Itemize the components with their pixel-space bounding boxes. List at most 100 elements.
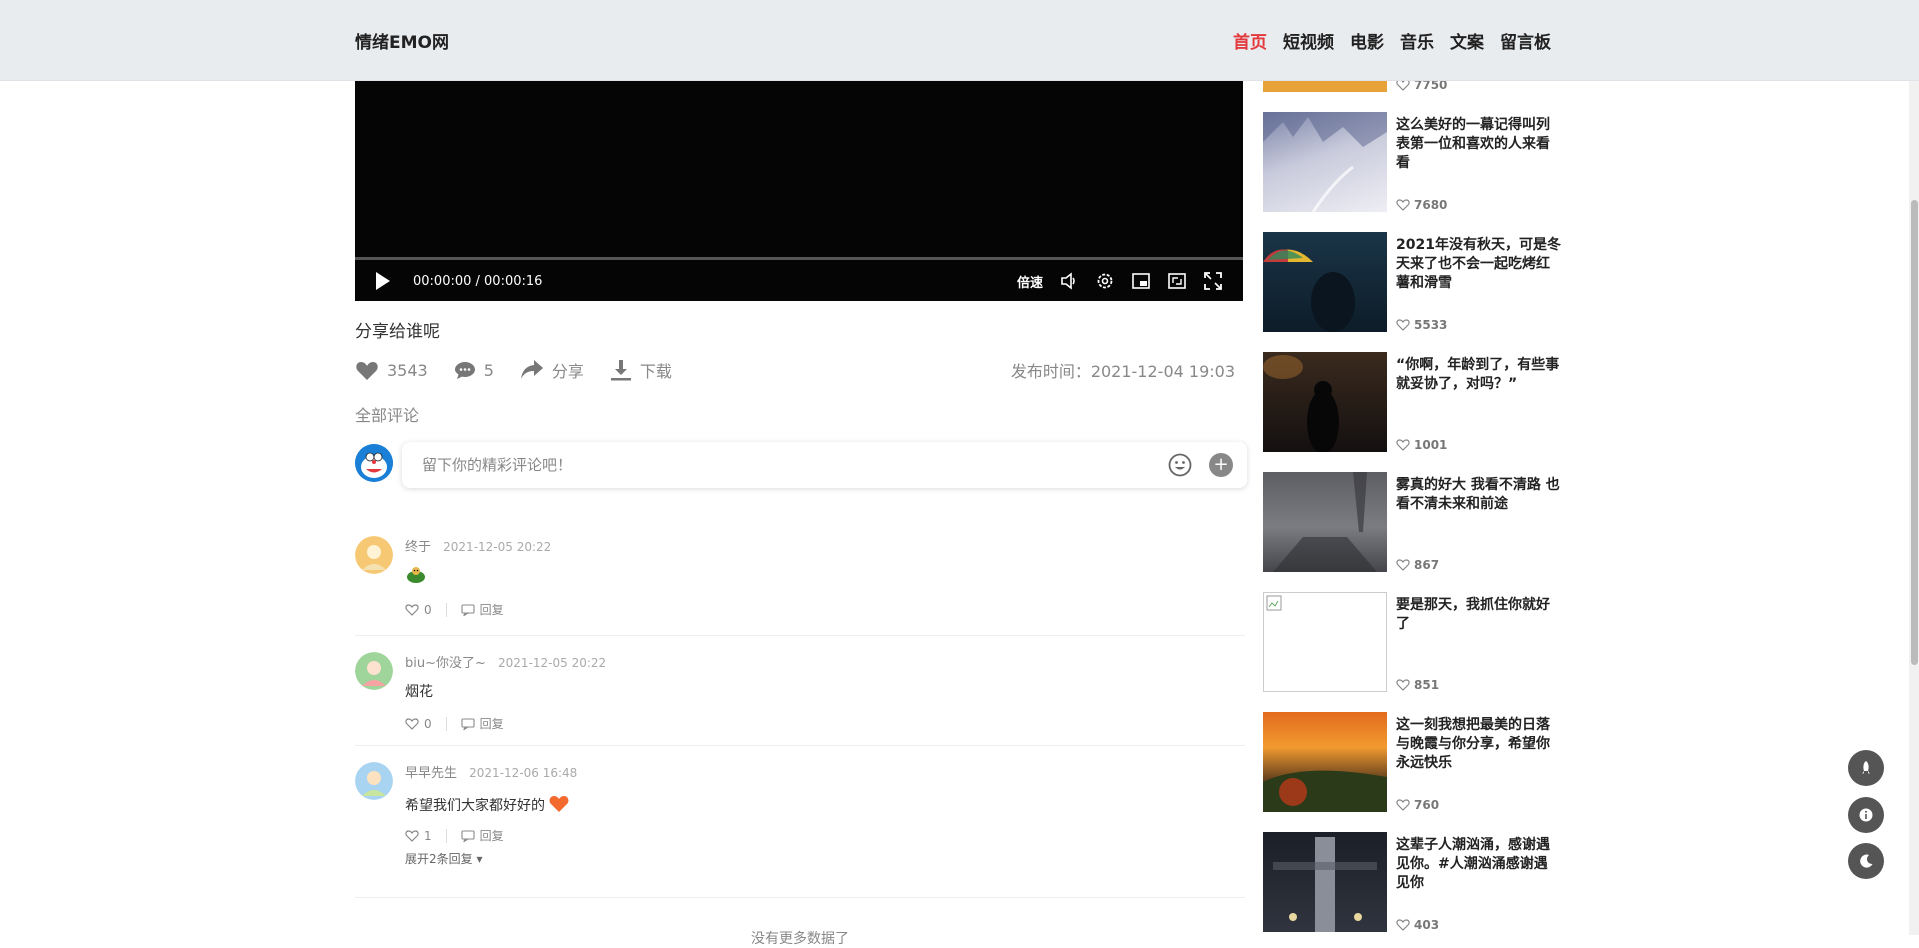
- video-player[interactable]: 00:00:00 / 00:00:16 倍速: [355, 81, 1243, 301]
- share-button[interactable]: 分享: [520, 358, 584, 382]
- heart-outline-icon: [405, 717, 419, 730]
- recommend-like-count: 760: [1414, 798, 1440, 812]
- recommend-likes: 7680: [1396, 198, 1447, 212]
- comment-like-count: 0: [424, 716, 432, 731]
- recommend-title[interactable]: “你啊，年龄到了，有些事就妥协了，对吗？”: [1396, 356, 1561, 394]
- comment-like-button[interactable]: 0: [405, 716, 447, 731]
- picture-in-picture-icon[interactable]: [1131, 271, 1151, 291]
- nav-message-board[interactable]: 留言板: [1500, 28, 1551, 53]
- recommend-item[interactable]: 这么美好的一幕记得叫列表第一位和喜欢的人来看看 7680: [1263, 112, 1563, 212]
- heart-icon: [356, 362, 378, 380]
- heart-outline-icon: [1396, 559, 1410, 571]
- info-button[interactable]: [1848, 797, 1884, 833]
- comment-list: 终于 2021-12-05 20:22 0 回复 biu~你没了~ 2021-1…: [355, 536, 1245, 898]
- recommend-thumbnail[interactable]: [1263, 112, 1387, 212]
- nav-movie[interactable]: 电影: [1350, 28, 1384, 53]
- back-to-top-button[interactable]: [1848, 750, 1884, 786]
- comment-reply-button[interactable]: 回复: [461, 601, 504, 618]
- nav-copywriting[interactable]: 文案: [1450, 28, 1484, 53]
- recommend-item[interactable]: 这辈子人潮汹涌，感谢遇见你。#人潮汹涌感谢遇见你 403: [1263, 832, 1563, 932]
- fullscreen-icon[interactable]: [1203, 271, 1223, 291]
- user-avatar[interactable]: [355, 652, 393, 690]
- settings-icon[interactable]: [1095, 271, 1115, 291]
- heart-outline-icon: [1396, 319, 1410, 331]
- download-button[interactable]: 下载: [610, 358, 672, 382]
- video-progress-bar[interactable]: [355, 257, 1243, 260]
- recommend-thumbnail[interactable]: [1263, 232, 1387, 332]
- comment-footer: 0 回复: [405, 601, 1245, 630]
- recommend-item[interactable]: 这一刻我想把最美的日落与晚霞与你分享，希望你永远快乐 760: [1263, 712, 1563, 812]
- recommend-title[interactable]: 这么美好的一幕记得叫列表第一位和喜欢的人来看看: [1396, 116, 1561, 173]
- recommend-title[interactable]: 2021年没有秋天，可是冬天来了也不会一起吃烤红薯和滑雪: [1396, 236, 1561, 293]
- recommend-title[interactable]: 雾真的好大 我看不清路 也看不清未来和前途: [1396, 476, 1561, 514]
- recommend-thumbnail[interactable]: [1263, 592, 1387, 692]
- add-attachment-button[interactable]: +: [1209, 453, 1233, 477]
- recommend-like-count: 403: [1414, 918, 1440, 932]
- caret-down-icon: ▾: [476, 852, 483, 866]
- comment-item: 终于 2021-12-05 20:22 0 回复: [355, 536, 1245, 636]
- expand-replies-label: 展开2条回复: [405, 852, 473, 866]
- video-title: 分享给谁呢: [355, 322, 440, 342]
- recommend-thumbnail[interactable]: [1263, 832, 1387, 932]
- comment-count: 5: [483, 360, 494, 380]
- heart-outline-icon: [1396, 439, 1410, 451]
- video-controls-right: 倍速: [1017, 271, 1223, 291]
- recommend-item[interactable]: 要是那天，我抓住你就好了 851: [1263, 592, 1563, 692]
- nav-home[interactable]: 首页: [1233, 28, 1267, 53]
- comment-username[interactable]: biu~你没了~: [405, 656, 486, 671]
- recommend-likes: 867: [1396, 558, 1439, 572]
- user-avatar[interactable]: [355, 762, 393, 800]
- heart-outline-icon: [1396, 199, 1410, 211]
- moon-icon: [1860, 854, 1873, 868]
- recommend-item[interactable]: 2021年没有秋天，可是冬天来了也不会一起吃烤红薯和滑雪 5533: [1263, 232, 1563, 332]
- recommend-thumbnail[interactable]: [1263, 712, 1387, 812]
- recommend-title[interactable]: 要是那天，我抓住你就好了: [1396, 596, 1561, 634]
- recommend-item[interactable]: “你啊，年龄到了，有些事就妥协了，对吗？” 1001: [1263, 352, 1563, 452]
- recommend-like-count: 1001: [1414, 438, 1448, 452]
- recommend-title[interactable]: 这辈子人潮汹涌，感谢遇见你。#人潮汹涌感谢遇见你: [1396, 836, 1561, 893]
- dark-mode-button[interactable]: [1848, 843, 1884, 879]
- my-avatar[interactable]: [355, 444, 393, 482]
- web-fullscreen-icon[interactable]: [1167, 271, 1187, 291]
- nav-short-video[interactable]: 短视频: [1283, 28, 1334, 53]
- comment-like-count: 1: [424, 828, 432, 843]
- comment-time: 2021-12-05 20:22: [443, 540, 552, 554]
- comment-input[interactable]: [402, 442, 1162, 488]
- comment-username[interactable]: 早早先生: [405, 766, 457, 781]
- reply-icon: [461, 603, 475, 616]
- main-content: 00:00:00 / 00:00:16 倍速 分享给谁呢 3543 5 分享 下…: [355, 81, 1247, 948]
- comment-username[interactable]: 终于: [405, 540, 431, 555]
- download-icon: [610, 360, 631, 381]
- volume-icon[interactable]: [1059, 271, 1079, 291]
- recommend-likes: 1001: [1396, 438, 1447, 452]
- comments-heading: 全部评论: [355, 406, 420, 425]
- recommend-item[interactable]: 雾真的好大 我看不清路 也看不清未来和前途 867: [1263, 472, 1563, 572]
- reply-icon: [461, 717, 475, 730]
- recommend-thumbnail[interactable]: [1263, 352, 1387, 452]
- recommend-likes: 760: [1396, 798, 1439, 812]
- expand-replies-button[interactable]: 展开2条回复 ▾: [405, 850, 1245, 897]
- nav-music[interactable]: 音乐: [1400, 28, 1434, 53]
- emoji-icon[interactable]: [1168, 453, 1192, 477]
- recommend-thumbnail[interactable]: [1263, 472, 1387, 572]
- user-avatar[interactable]: [355, 536, 393, 574]
- comment-like-button[interactable]: 1: [405, 828, 447, 843]
- comment-meta: biu~你没了~ 2021-12-05 20:22: [405, 652, 1245, 671]
- speed-button[interactable]: 倍速: [1017, 272, 1043, 291]
- recommend-title[interactable]: 这一刻我想把最美的日落与晚霞与你分享，希望你永远快乐: [1396, 716, 1561, 773]
- info-icon: [1859, 808, 1873, 822]
- like-count: 3543: [387, 360, 428, 380]
- comment-reply-button[interactable]: 回复: [461, 827, 504, 844]
- comment-reply-button[interactable]: 回复: [461, 715, 504, 732]
- play-icon[interactable]: [375, 271, 391, 291]
- comment-text: 烟花: [405, 684, 433, 700]
- comment-button[interactable]: 5: [454, 360, 494, 380]
- like-button[interactable]: 3543: [355, 359, 428, 381]
- reply-icon: [461, 829, 475, 842]
- site-logo[interactable]: 情绪EMO网: [355, 28, 449, 53]
- heart-outline-icon: [1396, 799, 1410, 811]
- comment-like-button[interactable]: 0: [405, 602, 447, 617]
- site-header: 情绪EMO网 首页 短视频 电影 音乐 文案 留言板: [0, 0, 1919, 81]
- page-scrollbar-thumb[interactable]: [1911, 200, 1918, 665]
- comment-meta: 早早先生 2021-12-06 16:48: [405, 762, 1245, 781]
